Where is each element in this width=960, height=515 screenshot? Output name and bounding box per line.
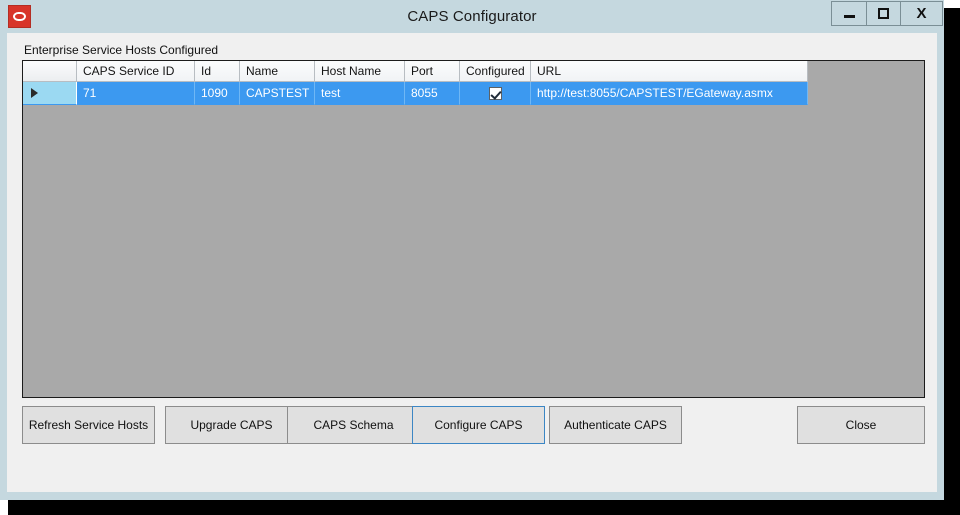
refresh-service-hosts-button[interactable]: Refresh Service Hosts xyxy=(22,406,155,444)
form-client-area: Enterprise Service Hosts Configured CAPS… xyxy=(7,33,937,492)
group-label: Enterprise Service Hosts Configured xyxy=(24,43,219,57)
column-header-port[interactable]: Port xyxy=(405,61,460,82)
configure-caps-button[interactable]: Configure CAPS xyxy=(412,406,545,444)
window-title: CAPS Configurator xyxy=(407,8,537,25)
grid-header-row: CAPS Service ID Id Name Host Name Port Config… xyxy=(23,61,808,82)
cell-url[interactable]: http://test:8055/CAPSTEST/EGateway.asmx xyxy=(531,82,808,105)
authenticate-caps-button[interactable]: Authenticate CAPS xyxy=(549,406,682,444)
close-icon: X xyxy=(916,5,927,22)
minimize-icon xyxy=(843,14,855,18)
close-button[interactable]: Close xyxy=(797,406,925,444)
service-hosts-grid[interactable]: CAPS Service ID Id Name Host Name Port Config… xyxy=(22,60,925,398)
minimize-button[interactable] xyxy=(831,1,867,26)
column-header-caps_service_id[interactable]: CAPS Service ID xyxy=(77,61,195,82)
cell-caps_service_id[interactable]: 71 xyxy=(77,82,195,105)
maximize-button[interactable] xyxy=(866,1,901,26)
column-header-host_name[interactable]: Host Name xyxy=(315,61,405,82)
row-selector-cell[interactable] xyxy=(23,82,77,105)
upgrade-caps-button[interactable]: Upgrade CAPS xyxy=(165,406,298,444)
window-shadow-right xyxy=(944,8,960,515)
column-header-rowsel[interactable] xyxy=(23,61,77,82)
column-header-id[interactable]: Id xyxy=(195,61,240,82)
column-header-configured[interactable]: Configured xyxy=(460,61,531,82)
cell-configured[interactable] xyxy=(460,82,531,105)
current-row-arrow-icon xyxy=(31,88,38,98)
cell-host_name[interactable]: test xyxy=(315,82,405,105)
caps-schema-button[interactable]: CAPS Schema xyxy=(287,406,420,444)
application-window: CAPS Configurator X Enterprise Service H… xyxy=(0,0,944,500)
configured-checkbox[interactable] xyxy=(488,86,502,100)
cell-port[interactable]: 8055 xyxy=(405,82,460,105)
cell-name[interactable]: CAPSTEST xyxy=(240,82,315,105)
close-window-button[interactable]: X xyxy=(900,1,943,26)
column-header-url[interactable]: URL xyxy=(531,61,808,82)
table-row[interactable]: 71 1090 CAPSTEST test 8055 http://test:8055/C… xyxy=(23,82,808,105)
column-header-name[interactable]: Name xyxy=(240,61,315,82)
title-bar: CAPS Configurator X xyxy=(0,0,944,33)
maximize-icon xyxy=(878,8,889,19)
cell-id[interactable]: 1090 xyxy=(195,82,240,105)
window-shadow-bottom xyxy=(8,500,960,515)
